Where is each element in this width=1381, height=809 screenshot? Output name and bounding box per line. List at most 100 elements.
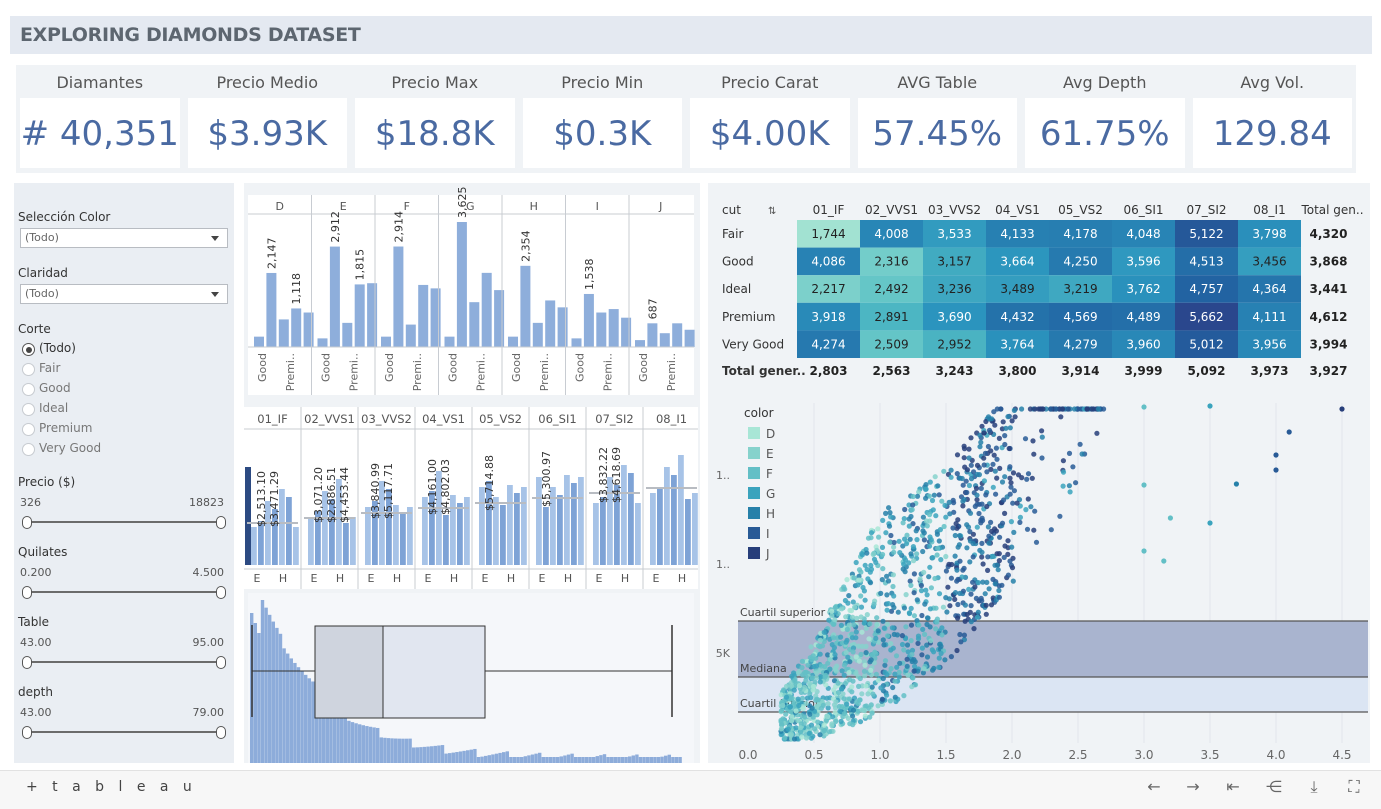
x-axis-label: H: [450, 572, 458, 585]
scatter-point: [853, 670, 859, 676]
scatter-point: [865, 691, 871, 697]
histogram-bar: [260, 600, 265, 763]
scatter-point: [867, 569, 873, 575]
heatmap-cell-value: 3,456: [1252, 255, 1286, 269]
legend-swatch[interactable]: [748, 427, 760, 439]
legend-swatch[interactable]: [748, 447, 760, 459]
depth-slider-max-handle[interactable]: [216, 726, 226, 739]
color-filter-label: Selección Color: [18, 210, 111, 224]
scatter-point: [974, 492, 980, 498]
scatter-point: [931, 492, 937, 498]
scatter-point: [996, 558, 1002, 564]
redo-icon[interactable]: →: [1183, 777, 1203, 797]
scatter-point: [970, 540, 976, 547]
histogram-bar: [674, 757, 679, 763]
histogram-bar: [649, 757, 653, 763]
share-icon[interactable]: ⋲: [1264, 777, 1284, 797]
scatter-point: [997, 534, 1003, 540]
histogram-bar: [628, 756, 632, 763]
radio-icon[interactable]: [22, 363, 35, 376]
histogram-bar: [545, 757, 549, 763]
radio-icon[interactable]: [22, 403, 35, 416]
scatter-point: [924, 654, 931, 660]
scatter-point: [1005, 414, 1011, 420]
histogram-bar: [678, 757, 682, 763]
scatter-point: [908, 622, 915, 628]
scatter-point: [862, 673, 868, 679]
radio-icon[interactable]: [22, 383, 35, 396]
bar-data-label: $4,161.00: [426, 459, 439, 515]
scatter-point: [990, 461, 996, 467]
scatter-point: [859, 707, 865, 713]
scatter-point: [831, 687, 837, 693]
scatter-point: [873, 671, 879, 677]
radio-icon[interactable]: [22, 343, 35, 356]
carat-slider-min-handle[interactable]: [22, 586, 32, 599]
scatter-point: [912, 659, 918, 665]
legend-swatch[interactable]: [748, 547, 760, 559]
histogram-bar: [368, 726, 373, 763]
radio-icon[interactable]: [22, 443, 35, 456]
table-slider-max-handle[interactable]: [216, 656, 226, 669]
table-min: 43.00: [20, 636, 52, 649]
bar: [266, 272, 277, 347]
scatter-point: [1025, 496, 1031, 502]
legend-swatch[interactable]: [748, 467, 760, 479]
heatmap-cell-value: 5,662: [1189, 310, 1223, 324]
table-slider-min-handle[interactable]: [22, 656, 32, 669]
scatter-point: [1031, 527, 1037, 533]
scatter-point: [964, 467, 970, 473]
download-icon[interactable]: ⤓: [1304, 777, 1324, 797]
scatter-point: [882, 658, 889, 664]
depth-slider-track[interactable]: [26, 731, 222, 733]
bar: [650, 493, 656, 565]
undo-icon[interactable]: ←: [1144, 777, 1164, 797]
clarity-dropdown[interactable]: (Todo): [20, 284, 228, 304]
sort-ascending-icon[interactable]: ⇅: [768, 206, 776, 217]
scatter-point: [917, 576, 923, 582]
scatter-point: [911, 668, 917, 674]
radio-icon[interactable]: [22, 423, 35, 436]
scatter-point: [982, 450, 988, 456]
carat-slider-track[interactable]: [26, 591, 222, 593]
scatter-point: [1207, 520, 1213, 526]
revert-icon[interactable]: ⇤: [1223, 777, 1243, 797]
histogram-bar: [656, 757, 661, 763]
scatter-point: [985, 567, 991, 573]
price-slider-max-handle[interactable]: [216, 516, 226, 529]
scatter-point: [955, 544, 961, 550]
kpi-card: Diamantes # 40,351: [16, 65, 184, 173]
color-dropdown[interactable]: (Todo): [20, 228, 228, 248]
price-slider-track[interactable]: [26, 521, 222, 523]
scatter-point: [789, 673, 795, 679]
histogram-bar: [426, 746, 430, 763]
heatmap-cell-value: 4,489: [1126, 310, 1160, 324]
scatter-point: [952, 590, 959, 596]
bar-data-label: 2,912: [329, 211, 342, 243]
price-slider-min-handle[interactable]: [22, 516, 32, 529]
carat-slider-max-handle[interactable]: [216, 586, 226, 599]
bar: [444, 336, 455, 347]
fullscreen-icon[interactable]: ⛶: [1344, 777, 1364, 797]
legend-swatch[interactable]: [748, 507, 760, 519]
legend-label: J: [765, 547, 770, 561]
x-axis-label: H: [336, 572, 344, 585]
scatter-point: [891, 593, 897, 599]
column-header: 07_SI2: [595, 412, 633, 426]
depth-slider-min-handle[interactable]: [22, 726, 32, 739]
bar: [596, 312, 607, 347]
x-axis-label: Good: [574, 353, 587, 382]
table-slider-track[interactable]: [26, 661, 222, 663]
legend-swatch[interactable]: [748, 527, 760, 539]
scatter-point: [1066, 483, 1072, 489]
bar: [500, 505, 506, 565]
scatter-point: [860, 584, 866, 591]
bar-data-label: $5,300.97: [540, 451, 553, 507]
bar: [664, 467, 670, 565]
scatter-point: [924, 615, 931, 621]
x-tick-label: 2.5: [1068, 748, 1087, 762]
scatter-point: [891, 544, 897, 550]
scatter-point: [911, 558, 917, 564]
kpi-card: Precio Max $18.8K: [351, 65, 519, 173]
legend-swatch[interactable]: [748, 487, 760, 499]
